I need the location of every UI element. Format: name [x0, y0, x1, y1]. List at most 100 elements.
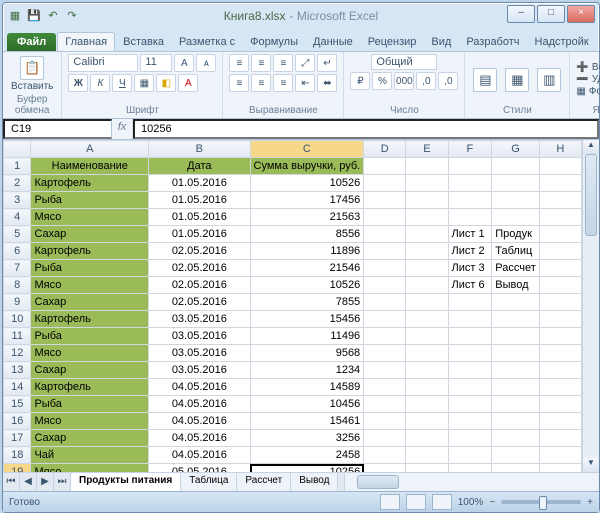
- col-header-A[interactable]: A: [31, 141, 149, 158]
- cell-name[interactable]: Чай: [31, 447, 149, 464]
- table-format-icon[interactable]: ▦: [503, 66, 531, 94]
- cell[interactable]: [539, 345, 581, 362]
- indent-dec-icon[interactable]: ⇤: [295, 74, 315, 92]
- cell-date[interactable]: 02.05.2016: [149, 243, 250, 260]
- cell[interactable]: [492, 209, 540, 226]
- cell[interactable]: [492, 311, 540, 328]
- pagebreak-view-button[interactable]: [432, 494, 452, 510]
- orientation-icon[interactable]: ⤢: [295, 54, 315, 72]
- cell-sum[interactable]: 11496: [250, 328, 364, 345]
- cell[interactable]: [448, 430, 492, 447]
- cell-sum[interactable]: 15461: [250, 413, 364, 430]
- merge-icon[interactable]: ⬌: [317, 74, 337, 92]
- sheet-prev-icon[interactable]: ◀: [20, 473, 37, 491]
- scroll-thumb[interactable]: [585, 154, 597, 236]
- name-box[interactable]: [3, 119, 112, 139]
- col-header-G[interactable]: G: [492, 141, 540, 158]
- comma-icon[interactable]: 000: [394, 72, 414, 90]
- cell-sum[interactable]: 17456: [250, 192, 364, 209]
- cell-date[interactable]: 04.05.2016: [149, 396, 250, 413]
- cell[interactable]: [539, 277, 581, 294]
- cell[interactable]: [406, 379, 448, 396]
- layout-view-button[interactable]: [406, 494, 426, 510]
- cell[interactable]: [364, 158, 406, 175]
- cell[interactable]: [364, 260, 406, 277]
- cell[interactable]: [364, 464, 406, 473]
- cell[interactable]: [364, 328, 406, 345]
- percent-icon[interactable]: %: [372, 72, 392, 90]
- cell[interactable]: [406, 430, 448, 447]
- header-sum[interactable]: Сумма выручки, руб.: [250, 158, 364, 175]
- cell-date[interactable]: 01.05.2016: [149, 226, 250, 243]
- cell[interactable]: [406, 209, 448, 226]
- cell[interactable]: [492, 430, 540, 447]
- cell[interactable]: [492, 345, 540, 362]
- cell[interactable]: [364, 243, 406, 260]
- cell[interactable]: [448, 175, 492, 192]
- number-format-dropdown[interactable]: Общий: [371, 54, 437, 70]
- row-header[interactable]: 16: [4, 413, 31, 430]
- cell-date[interactable]: 04.05.2016: [149, 430, 250, 447]
- font-size-dropdown[interactable]: 11: [140, 54, 172, 72]
- cell[interactable]: [539, 192, 581, 209]
- dec-decimal-icon[interactable]: ,0: [438, 72, 458, 90]
- cell[interactable]: [448, 447, 492, 464]
- cell[interactable]: [539, 447, 581, 464]
- cell[interactable]: [539, 413, 581, 430]
- align-top-icon[interactable]: ≡: [229, 54, 249, 72]
- cell[interactable]: [492, 396, 540, 413]
- align-right-icon[interactable]: ≡: [273, 74, 293, 92]
- cell-name[interactable]: Мясо: [31, 209, 149, 226]
- cell[interactable]: [539, 396, 581, 413]
- cell[interactable]: [539, 464, 581, 473]
- save-icon[interactable]: 💾: [26, 7, 42, 23]
- cell[interactable]: [539, 311, 581, 328]
- bold-button[interactable]: Ж: [68, 74, 88, 92]
- cell[interactable]: [406, 277, 448, 294]
- cell[interactable]: [539, 430, 581, 447]
- row-header[interactable]: 19: [4, 464, 31, 473]
- cell[interactable]: [492, 192, 540, 209]
- cell[interactable]: [448, 362, 492, 379]
- cell[interactable]: [406, 345, 448, 362]
- fill-color-button[interactable]: ◧: [156, 74, 176, 92]
- border-button[interactable]: ▦: [134, 74, 154, 92]
- cell-sum[interactable]: 14589: [250, 379, 364, 396]
- header-date[interactable]: Дата: [149, 158, 250, 175]
- spreadsheet-grid[interactable]: ABCDEFGH1НаименованиеДатаСумма выручки, …: [3, 140, 582, 472]
- cell[interactable]: [364, 209, 406, 226]
- col-header-E[interactable]: E: [406, 141, 448, 158]
- sheet-next-icon[interactable]: ▶: [37, 473, 54, 491]
- currency-icon[interactable]: ₽: [350, 72, 370, 90]
- col-header-B[interactable]: B: [149, 141, 250, 158]
- cell-sum[interactable]: 21546: [250, 260, 364, 277]
- row-header[interactable]: 1: [4, 158, 31, 175]
- tab-надстройк[interactable]: Надстройк: [528, 33, 596, 51]
- row-header[interactable]: 17: [4, 430, 31, 447]
- cell-name[interactable]: Рыба: [31, 396, 149, 413]
- font-name-dropdown[interactable]: Calibri: [68, 54, 138, 72]
- grow-font-icon[interactable]: A: [174, 54, 194, 72]
- cell[interactable]: [364, 175, 406, 192]
- insert-cell-button[interactable]: ➕Вставить▾: [576, 62, 600, 73]
- zoom-out-button[interactable]: −: [489, 497, 495, 508]
- cell[interactable]: [492, 158, 540, 175]
- sheet-tab[interactable]: Вывод: [291, 473, 338, 491]
- cell[interactable]: [539, 379, 581, 396]
- cell-sum[interactable]: 8556: [250, 226, 364, 243]
- cell[interactable]: Рассчет: [492, 260, 540, 277]
- cell[interactable]: [492, 328, 540, 345]
- cell[interactable]: [406, 447, 448, 464]
- cell-styles-icon[interactable]: ▥: [535, 66, 563, 94]
- cell[interactable]: [364, 192, 406, 209]
- redo-icon[interactable]: ↷: [64, 7, 80, 23]
- cell[interactable]: [364, 430, 406, 447]
- cell-date[interactable]: 02.05.2016: [149, 277, 250, 294]
- row-header[interactable]: 7: [4, 260, 31, 277]
- cell[interactable]: [448, 328, 492, 345]
- cell-date[interactable]: 03.05.2016: [149, 311, 250, 328]
- cell[interactable]: Лист 6: [448, 277, 492, 294]
- cell-sum[interactable]: 7855: [250, 294, 364, 311]
- cell-date[interactable]: 04.05.2016: [149, 447, 250, 464]
- cell-sum[interactable]: 11896: [250, 243, 364, 260]
